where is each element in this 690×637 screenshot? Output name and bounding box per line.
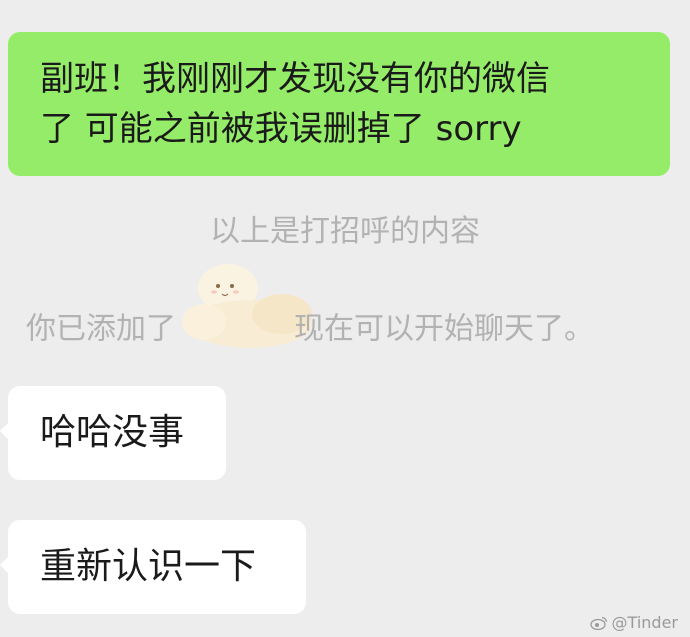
system-added-suffix: 现在可以开始聊天了。 bbox=[294, 311, 594, 347]
system-friend-added-note: 你已添加了 现在可以开始聊天了。 bbox=[26, 300, 594, 360]
weibo-icon bbox=[589, 616, 607, 630]
outgoing-message-line-2: 了 可能之前被我误删掉了 sorry bbox=[40, 109, 522, 149]
watermark: @Tinder bbox=[589, 613, 678, 633]
watermark-text: @Tinder bbox=[611, 613, 678, 632]
incoming-message-text: 重新认识一下 bbox=[40, 546, 257, 587]
outgoing-message-line-1: 副班！我刚刚才发现没有你的微信 bbox=[40, 59, 550, 99]
system-added-prefix: 你已添加了 bbox=[26, 311, 176, 347]
blurred-contact-name bbox=[176, 300, 294, 360]
incoming-message-bubble[interactable]: 重新认识一下 bbox=[0, 520, 306, 614]
outgoing-message-bubble[interactable]: 副班！我刚刚才发现没有你的微信 了 可能之前被我误删掉了 sorry bbox=[8, 32, 670, 176]
system-greeting-note: 以上是打招呼的内容 bbox=[210, 214, 480, 249]
incoming-message-text: 哈哈没事 bbox=[40, 412, 185, 453]
incoming-message-bubble[interactable]: 哈哈没事 bbox=[0, 386, 226, 480]
